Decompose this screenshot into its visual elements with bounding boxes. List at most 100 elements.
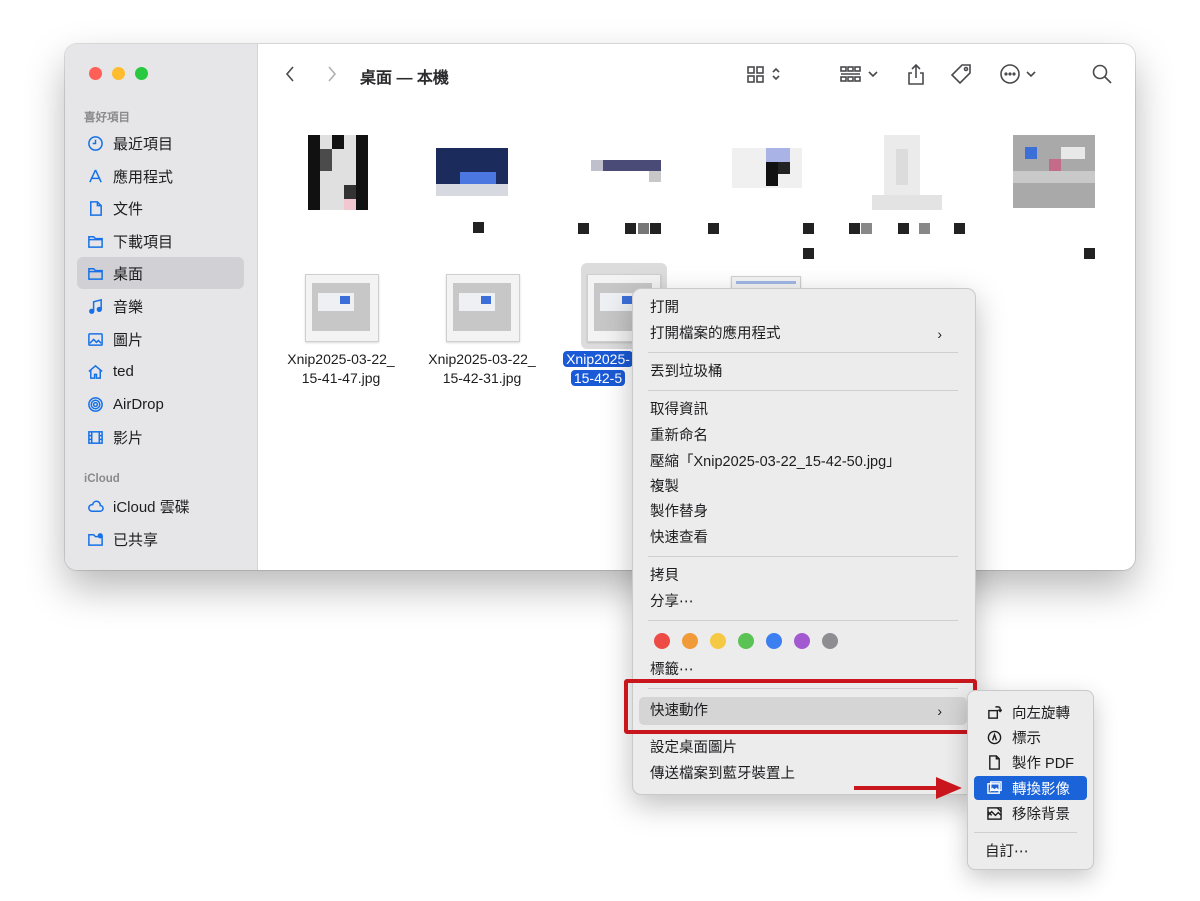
zoom-window-button[interactable]: [135, 67, 148, 80]
submenu-item-convert-image[interactable]: 轉換影像: [974, 776, 1087, 800]
back-button[interactable]: [280, 62, 300, 86]
sidebar-item-icloud-drive[interactable]: iCloud 雲碟: [77, 490, 244, 522]
search-button[interactable]: [1090, 62, 1114, 86]
file-name[interactable]: Xnip2025-03-22_ 15-41-47.jpg: [276, 350, 406, 388]
menu-item-rename[interactable]: 重新命名: [650, 424, 960, 448]
menu-item-set-desktop-picture[interactable]: 設定桌面圖片: [650, 736, 960, 760]
sidebar-item-applications[interactable]: 應用程式: [77, 160, 244, 192]
submenu-item-markup[interactable]: 標示: [974, 725, 1087, 749]
sidebar-item-label: 桌面: [113, 265, 144, 283]
menu-item-copy[interactable]: 拷貝: [650, 564, 960, 588]
sidebar-item-documents[interactable]: 文件: [77, 192, 244, 224]
file-thumbnail[interactable]: [872, 135, 942, 210]
file-thumbnail[interactable]: [436, 148, 508, 196]
file-name-selected[interactable]: Xnip2025- 15-42-5: [558, 350, 638, 388]
folder-icon: [86, 264, 104, 282]
annotation-highlight-box: [624, 679, 977, 734]
submenu-item-label: 移除背景: [1012, 806, 1070, 823]
image-file-icon[interactable]: [446, 274, 520, 342]
menu-item-move-to-trash[interactable]: 丟到垃圾桶: [650, 360, 960, 384]
file-thumbnail[interactable]: [591, 160, 661, 182]
chevron-right-icon: [328, 66, 337, 82]
file-name-placeholder: [708, 223, 719, 234]
submenu-item-create-pdf[interactable]: 製作 PDF: [974, 750, 1087, 774]
chevron-right-icon: ›: [937, 326, 942, 342]
more-actions-button[interactable]: [997, 62, 1041, 86]
group-by-button[interactable]: [837, 63, 883, 85]
menu-item-quick-look[interactable]: 快速查看: [650, 526, 960, 550]
sidebar-item-home[interactable]: ted: [77, 355, 244, 387]
sidebar-item-pictures[interactable]: 圖片: [77, 323, 244, 355]
menu-item-get-info[interactable]: 取得資訊: [650, 398, 960, 422]
tag-color-gray[interactable]: [822, 633, 838, 649]
menu-separator: [974, 832, 1077, 833]
folder-icon: [86, 232, 104, 250]
menu-item-open-with[interactable]: 打開檔案的應用程式 ›: [650, 322, 960, 346]
music-note-icon: [86, 297, 104, 315]
sidebar-item-downloads[interactable]: 下載項目: [77, 225, 244, 257]
sidebar-item-shared[interactable]: 已共享: [77, 523, 244, 555]
file-name-placeholder: [803, 248, 814, 259]
menu-item-share[interactable]: 分享⋯: [650, 590, 960, 614]
window-title: 桌面 — 本機: [360, 70, 449, 87]
tag-color-green[interactable]: [738, 633, 754, 649]
forward-button[interactable]: [322, 62, 342, 86]
sidebar-item-movies[interactable]: 影片: [77, 421, 244, 453]
file-thumbnail[interactable]: [1013, 135, 1095, 208]
sidebar-item-label: 最近項目: [113, 135, 174, 153]
minimize-window-button[interactable]: [112, 67, 125, 80]
share-button[interactable]: [904, 61, 928, 87]
rotate-left-icon: [986, 704, 1003, 721]
sidebar-item-label: 已共享: [113, 531, 159, 549]
submenu-item-rotate-left[interactable]: 向左旋轉: [974, 700, 1087, 724]
view-mode-button[interactable]: [743, 63, 787, 85]
menu-separator: [648, 352, 958, 353]
sidebar-item-label: 音樂: [113, 298, 144, 316]
film-icon: [86, 428, 104, 446]
file-name-placeholder: [650, 223, 661, 234]
file-name[interactable]: Xnip2025-03-22_ 15-42-31.jpg: [417, 350, 547, 388]
file-name-placeholder: [861, 223, 872, 234]
sidebar-item-desktop[interactable]: 桌面: [77, 257, 244, 289]
tag-color-blue[interactable]: [766, 633, 782, 649]
file-name-placeholder: [954, 223, 965, 234]
sidebar-item-airdrop[interactable]: AirDrop: [77, 388, 244, 420]
photo-icon: [86, 330, 104, 348]
tag-color-red[interactable]: [654, 633, 670, 649]
file-name-placeholder: [578, 223, 589, 234]
file-thumbnail[interactable]: [732, 148, 802, 188]
submenu-item-remove-background[interactable]: 移除背景: [974, 801, 1087, 825]
sidebar-item-label: iCloud 雲碟: [113, 498, 190, 516]
chevron-left-icon: [285, 66, 294, 82]
share-icon: [908, 63, 924, 85]
menu-item-open[interactable]: 打開: [650, 296, 960, 320]
tag-button[interactable]: [947, 62, 975, 86]
sidebar-item-label: ted: [113, 362, 134, 380]
tag-color-purple[interactable]: [794, 633, 810, 649]
sidebar: 喜好項目 最近項目 應用程式 文件 下載項目 桌面 音樂 圖片 ted AirD…: [65, 44, 258, 570]
menu-item-make-alias[interactable]: 製作替身: [650, 500, 960, 524]
file-thumbnail[interactable]: [308, 135, 368, 210]
airdrop-icon: [86, 395, 104, 413]
submenu-item-customize[interactable]: 自訂⋯: [985, 840, 1029, 864]
image-file-icon[interactable]: [305, 274, 379, 342]
document-icon: [86, 199, 104, 217]
sidebar-item-music[interactable]: 音樂: [77, 290, 244, 322]
menu-item-compress[interactable]: 壓縮「Xnip2025-03-22_15-42-50.jpg」: [650, 450, 960, 474]
file-name-placeholder: [473, 222, 484, 233]
tag-color-orange[interactable]: [682, 633, 698, 649]
file-name-placeholder: [625, 223, 636, 234]
grid-view-icon: [747, 66, 780, 83]
file-name-placeholder: [1084, 248, 1095, 259]
close-window-button[interactable]: [89, 67, 102, 80]
sidebar-item-recents[interactable]: 最近項目: [77, 127, 244, 159]
markup-icon: [986, 729, 1003, 746]
annotation-arrow: [854, 777, 962, 799]
file-name-placeholder: [803, 223, 814, 234]
menu-item-duplicate[interactable]: 複製: [650, 475, 960, 499]
tag-color-yellow[interactable]: [710, 633, 726, 649]
sidebar-item-label: 影片: [113, 429, 144, 447]
applications-icon: [86, 167, 104, 185]
quick-actions-submenu: 向左旋轉 標示 製作 PDF 轉換影像 移除背景 自訂⋯: [967, 690, 1094, 870]
favorites-section-label: 喜好項目: [84, 112, 130, 124]
